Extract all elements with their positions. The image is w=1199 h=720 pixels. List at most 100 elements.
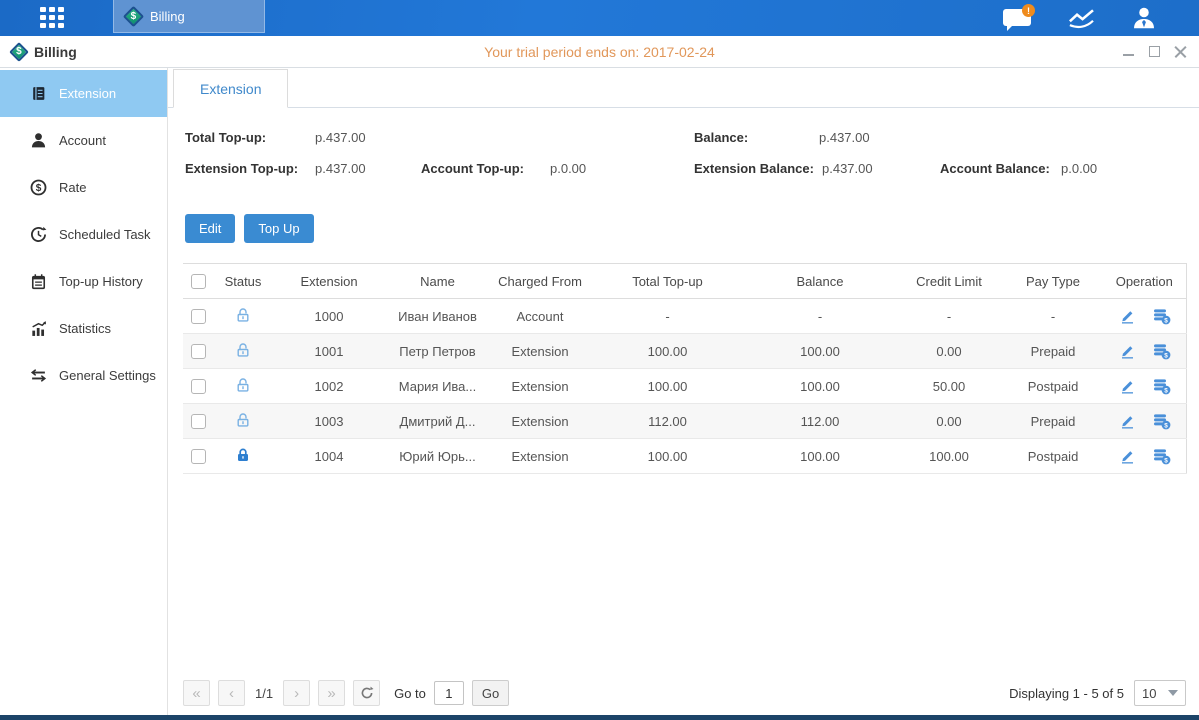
total-topup-value: p.437.00 <box>315 130 366 145</box>
select-all-checkbox[interactable] <box>191 274 206 289</box>
sidebar-item-general-settings[interactable]: General Settings <box>0 352 167 399</box>
cell-extension: 1003 <box>273 404 385 439</box>
window-title: $ Billing <box>12 44 77 60</box>
taskbar-tab-label: Billing <box>150 9 185 24</box>
sidebar-label: Extension <box>59 86 116 101</box>
total-topup-label: Total Top-up: <box>185 130 266 145</box>
trial-message: Your trial period ends on: 2017-02-24 <box>0 44 1199 60</box>
page-size-select[interactable]: 10 <box>1134 680 1186 706</box>
cell-total-topup: - <box>590 299 745 334</box>
top-up-button[interactable]: Top Up <box>244 214 313 243</box>
top-up-row-icon[interactable]: $ <box>1152 378 1171 395</box>
row-checkbox[interactable] <box>191 344 206 359</box>
col-credit-limit: Credit Limit <box>895 264 1003 299</box>
sidebar-item-account[interactable]: Account <box>0 117 167 164</box>
table-header-row: Status Extension Name Charged From Total… <box>183 264 1186 299</box>
row-checkbox[interactable] <box>191 309 206 324</box>
col-operation: Operation <box>1103 264 1186 299</box>
billing-app-icon: $ <box>123 5 144 26</box>
col-pay-type: Pay Type <box>1003 264 1103 299</box>
edit-row-icon[interactable] <box>1118 448 1136 464</box>
window-controls <box>1122 45 1187 58</box>
user-account-icon[interactable] <box>1131 6 1157 30</box>
balance-summary: Total Top-up: p.437.00 Balance: p.437.00… <box>168 108 1199 200</box>
table-row: 1002 Мария Ива... Extension 100.00 100.0… <box>183 369 1186 404</box>
col-name: Name <box>385 264 490 299</box>
app-launcher-grid-icon[interactable] <box>40 7 68 29</box>
top-up-row-icon[interactable]: $ <box>1152 413 1171 430</box>
edit-row-icon[interactable] <box>1118 308 1136 324</box>
sidebar-label: Rate <box>59 180 86 195</box>
page-indicator: 1/1 <box>255 686 273 701</box>
account-topup-value: p.0.00 <box>550 161 586 176</box>
col-charged-from: Charged From <box>490 264 590 299</box>
row-checkbox[interactable] <box>191 379 206 394</box>
notification-badge: ! <box>1022 4 1035 17</box>
extension-balance-value: p.437.00 <box>822 161 873 176</box>
notebook-icon <box>30 273 47 290</box>
row-checkbox[interactable] <box>191 414 206 429</box>
cell-credit-limit: 0.00 <box>895 334 1003 369</box>
first-page-button[interactable]: « <box>183 680 210 706</box>
refresh-button[interactable] <box>353 680 380 706</box>
cell-charged-from: Extension <box>490 439 590 474</box>
minimize-icon[interactable] <box>1122 45 1135 58</box>
edit-row-icon[interactable] <box>1118 378 1136 394</box>
svg-text:$: $ <box>1164 352 1168 359</box>
table-row: 1004 Юрий Юрь... Extension 100.00 100.00… <box>183 439 1186 474</box>
sidebar-item-extension[interactable]: Extension <box>0 70 167 117</box>
extension-balance-label: Extension Balance: <box>694 161 814 176</box>
sidebar-label: Account <box>59 133 106 148</box>
billing-window-icon: $ <box>9 42 29 62</box>
reports-chart-icon[interactable] <box>1067 7 1097 29</box>
cell-balance: 100.00 <box>745 334 895 369</box>
main-content: Extension Total Top-up: p.437.00 Balance… <box>168 68 1199 715</box>
sidebar-item-scheduled-task[interactable]: Scheduled Task <box>0 211 167 258</box>
edit-row-icon[interactable] <box>1118 343 1136 359</box>
cell-balance: 100.00 <box>745 369 895 404</box>
extensions-table: Status Extension Name Charged From Total… <box>183 263 1187 474</box>
sidebar-label: Top-up History <box>59 274 143 289</box>
next-page-button[interactable]: › <box>283 680 310 706</box>
app-body: Extension Account $ Rate <box>0 68 1199 715</box>
person-icon <box>30 132 47 149</box>
cell-name: Мария Ива... <box>385 369 490 404</box>
cell-extension: 1004 <box>273 439 385 474</box>
go-button[interactable]: Go <box>472 680 509 706</box>
top-up-row-icon[interactable]: $ <box>1152 343 1171 360</box>
cell-balance: - <box>745 299 895 334</box>
row-checkbox[interactable] <box>191 449 206 464</box>
sidebar-item-statistics[interactable]: Statistics <box>0 305 167 352</box>
balance-value: p.437.00 <box>819 130 870 145</box>
taskbar-tab-billing[interactable]: $ Billing <box>113 0 265 33</box>
window-title-bar: $ Billing Your trial period ends on: 201… <box>0 36 1199 68</box>
cell-total-topup: 100.00 <box>590 369 745 404</box>
prev-page-button[interactable]: ‹ <box>218 680 245 706</box>
svg-text:$: $ <box>1164 387 1168 394</box>
chevron-down-icon <box>1168 690 1178 696</box>
maximize-icon[interactable] <box>1148 45 1161 58</box>
svg-text:$: $ <box>1164 317 1168 324</box>
edit-button[interactable]: Edit <box>185 214 235 243</box>
sidebar-item-topup-history[interactable]: Top-up History <box>0 258 167 305</box>
tab-extension[interactable]: Extension <box>173 69 288 108</box>
cell-pay-type: Prepaid <box>1003 404 1103 439</box>
sidebar-item-rate[interactable]: $ Rate <box>0 164 167 211</box>
col-status: Status <box>213 264 273 299</box>
top-up-row-icon[interactable]: $ <box>1152 448 1171 465</box>
ledger-icon <box>30 85 47 102</box>
cell-credit-limit: 50.00 <box>895 369 1003 404</box>
table-row: 1000 Иван Иванов Account - - - - $ <box>183 299 1186 334</box>
notifications-icon[interactable]: ! <box>1003 6 1033 30</box>
cell-pay-type: Postpaid <box>1003 369 1103 404</box>
cell-total-topup: 100.00 <box>590 334 745 369</box>
goto-page-input[interactable] <box>434 681 464 705</box>
cell-total-topup: 100.00 <box>590 439 745 474</box>
window-title-text: Billing <box>34 44 77 60</box>
close-icon[interactable] <box>1174 45 1187 58</box>
account-topup-label: Account Top-up: <box>421 161 524 176</box>
last-page-button[interactable]: » <box>318 680 345 706</box>
cell-name: Дмитрий Д... <box>385 404 490 439</box>
edit-row-icon[interactable] <box>1118 413 1136 429</box>
top-up-row-icon[interactable]: $ <box>1152 308 1171 325</box>
